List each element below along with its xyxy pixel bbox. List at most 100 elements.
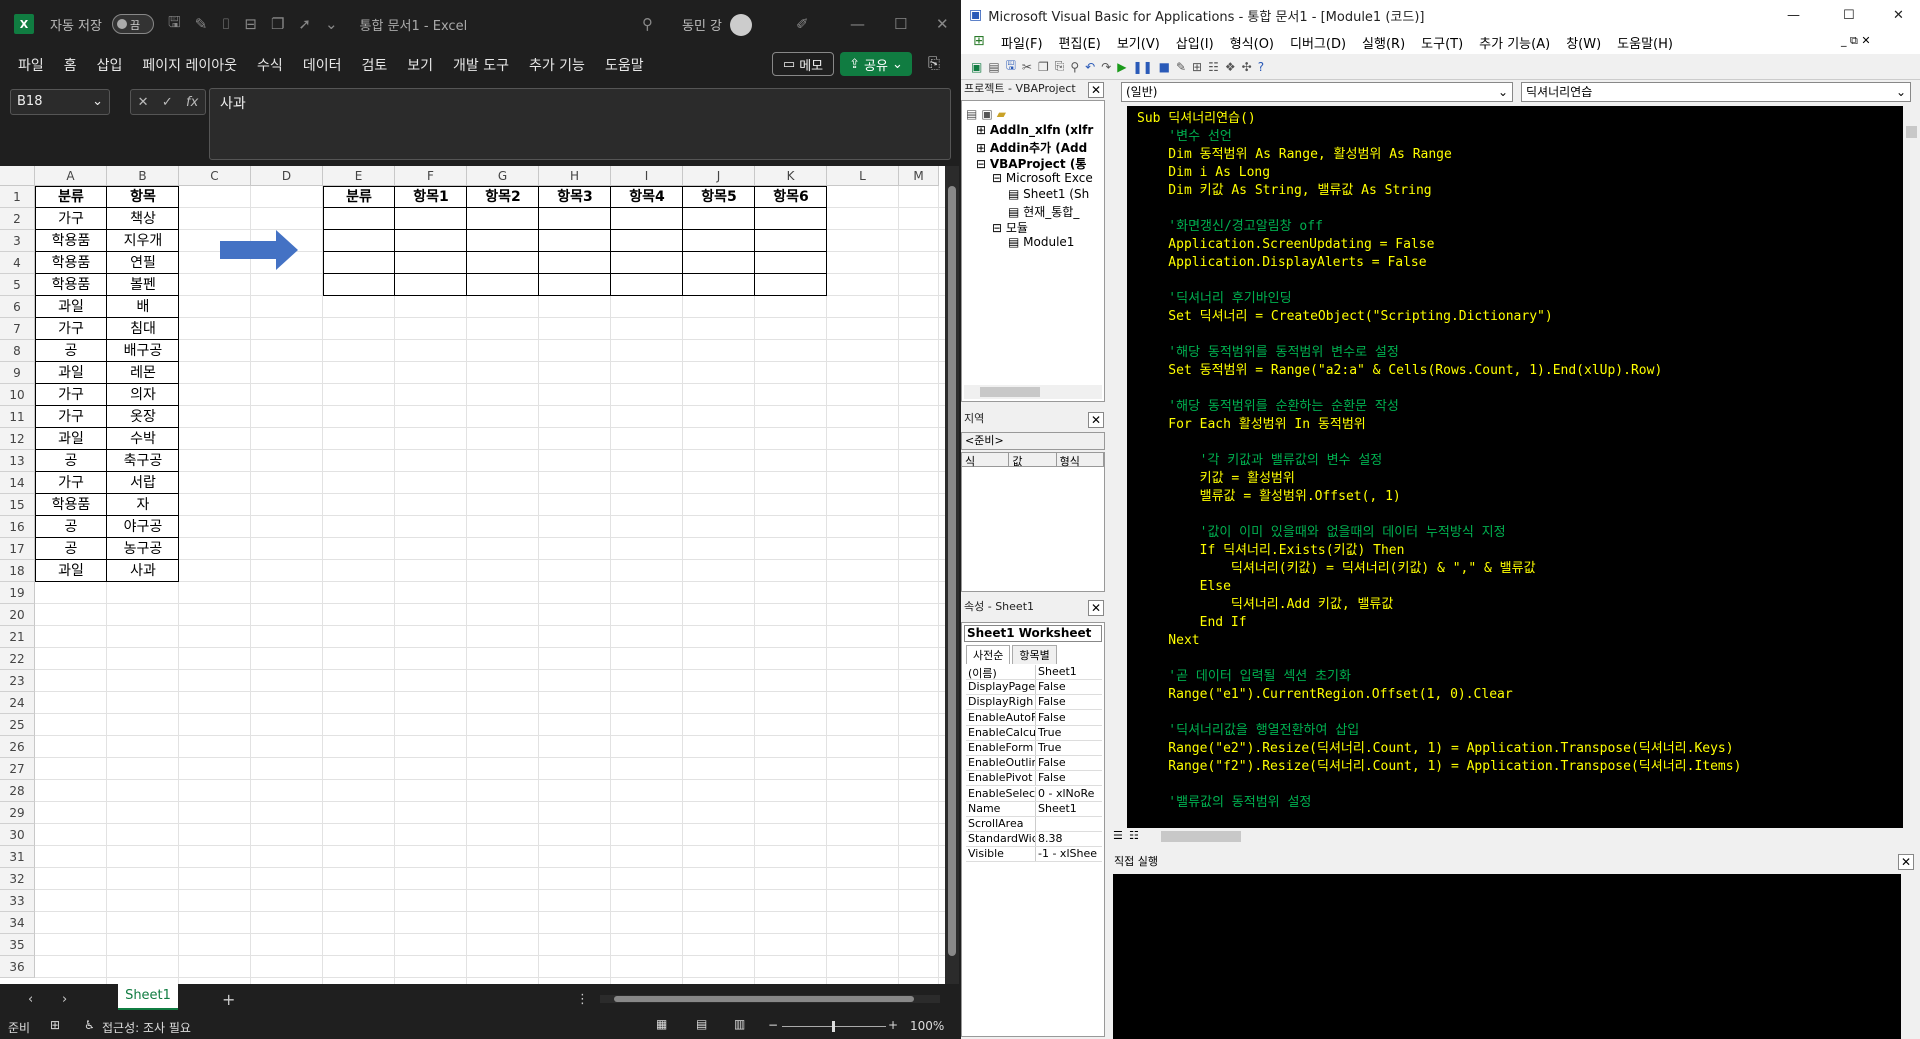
cell[interactable]: 항목3 [539, 186, 611, 208]
code-line[interactable]: 밸류값 = 활성범위.Offset(, 1) [1137, 488, 1401, 506]
ribbon-tab[interactable]: 추가 기능 [519, 55, 595, 75]
share-button[interactable]: ⇪ 공유 ⌄ [840, 52, 912, 76]
row-header[interactable]: 23 [0, 670, 35, 692]
cell[interactable]: 분류 [323, 186, 395, 208]
zoom-thumb[interactable] [832, 1021, 835, 1032]
cell[interactable]: 항목4 [611, 186, 683, 208]
help-icon[interactable]: ? [1258, 60, 1264, 74]
scrollbar-thumb[interactable] [948, 186, 956, 956]
cell[interactable]: 분류 [35, 186, 107, 208]
property-row[interactable]: Name Sheet1 [966, 801, 1102, 817]
row-header[interactable]: 17 [0, 538, 35, 560]
code-line[interactable]: '변수 선언 [1137, 128, 1232, 146]
code-line[interactable]: '해당 동적범위를 순환하는 순환문 작성 [1137, 398, 1399, 416]
macro-icon[interactable]: ⊞ [50, 1018, 60, 1032]
pointer-icon[interactable]: ➚ [298, 15, 311, 33]
column-header[interactable]: C [179, 166, 251, 186]
redo-icon[interactable]: ↷ [1101, 60, 1111, 74]
property-row[interactable]: DisplayRigh False [966, 695, 1102, 711]
cell[interactable]: 볼펜 [107, 274, 179, 296]
column-header[interactable]: H [539, 166, 611, 186]
code-vscroll-thumb[interactable] [1906, 126, 1917, 138]
right-arrow-shape[interactable] [220, 228, 300, 272]
property-value[interactable]: 0 - xlNoRe [1036, 787, 1102, 801]
row-header[interactable]: 6 [0, 296, 35, 318]
project-tree-node[interactable]: ⊞ Addln_xlfn (xlfr [976, 123, 1093, 137]
reset-icon[interactable]: ■ [1159, 60, 1170, 74]
ribbon-tab[interactable]: 검토 [351, 55, 397, 75]
view-object-icon[interactable]: ▣ [981, 107, 992, 121]
pen-icon[interactable]: ✐ [796, 15, 809, 33]
locals-window[interactable]: 식 값 형식 [961, 452, 1105, 592]
property-value[interactable]: False [1036, 756, 1102, 770]
column-header[interactable]: G [467, 166, 539, 186]
cell[interactable]: 공 [35, 340, 107, 362]
ribbon-tab[interactable]: 홈 [54, 55, 87, 75]
code-line[interactable]: Range("e2").Resize(딕셔너리.Count, 1) = Appl… [1137, 740, 1733, 758]
cell[interactable]: 과일 [35, 428, 107, 450]
project-explorer[interactable]: ▤ ▣ ▰ ⊞ Addln_xlfn (xlfr ⊞ Addin추가 (Add ⊟ … [961, 100, 1105, 402]
properties-window[interactable]: Sheet1 Worksheet 사전순 항목별 (이름) Sheet1 Displa… [961, 622, 1105, 1037]
row-header[interactable]: 27 [0, 758, 35, 780]
maximize-icon[interactable]: ☐ [1843, 8, 1855, 23]
row-header[interactable]: 7 [0, 318, 35, 340]
maximize-icon[interactable]: ☐ [894, 15, 907, 33]
property-row[interactable]: DisplayPage False [966, 680, 1102, 696]
restore-child-icon[interactable]: _ ⧉ ✕ [1841, 34, 1871, 48]
close-props-icon[interactable]: ✕ [1088, 600, 1104, 616]
horizontal-scrollbar[interactable] [600, 995, 940, 1003]
accessibility-status[interactable]: 접근성: 조사 필요 [102, 1019, 191, 1036]
avatar[interactable] [730, 14, 752, 36]
more-icon[interactable]: ⋮ [576, 992, 589, 1007]
row-header[interactable]: 5 [0, 274, 35, 296]
project-hscroll-thumb[interactable] [980, 387, 1040, 397]
row-header[interactable]: 22 [0, 648, 35, 670]
normal-view-icon[interactable]: ▦ [656, 1017, 667, 1031]
property-row[interactable]: EnableAutoF False [966, 710, 1102, 726]
property-value[interactable]: Sheet1 [1036, 665, 1102, 679]
property-row[interactable]: EnableOutlin False [966, 756, 1102, 772]
find-icon[interactable]: ⚲ [1070, 60, 1079, 74]
code-line[interactable]: '값이 이미 있을때와 없을때의 데이터 누적방식 지정 [1137, 524, 1506, 542]
code-line[interactable]: '해당 동적범위를 동적범위 변수로 설정 [1137, 344, 1399, 362]
cell[interactable]: 학용품 [35, 494, 107, 516]
code-line[interactable]: Set 딕셔너리 = CreateObject("Scripting.Dicti… [1137, 308, 1552, 326]
cell[interactable]: 항목1 [395, 186, 467, 208]
props-tab[interactable]: 항목별 [1012, 645, 1057, 664]
procedure-combo[interactable]: 딕셔너리연습 ⌄ [1521, 82, 1911, 102]
cell[interactable]: 농구공 [107, 538, 179, 560]
ribbon-tab[interactable]: 수식 [247, 55, 293, 75]
run-icon[interactable]: ▶ [1117, 60, 1126, 74]
row-header[interactable]: 10 [0, 384, 35, 406]
close-immediate-icon[interactable]: ✕ [1898, 854, 1914, 870]
full-module-view-icon[interactable]: ☷ [1129, 829, 1139, 842]
cell[interactable]: 학용품 [35, 274, 107, 296]
minimize-icon[interactable]: — [850, 15, 865, 33]
property-value[interactable]: False [1036, 680, 1102, 694]
column-header[interactable]: L [827, 166, 899, 186]
pen-icon[interactable]: ✎ [195, 15, 208, 33]
prev-sheet-icon[interactable]: ‹ [28, 992, 33, 1007]
property-row[interactable]: EnableSelec 0 - xlNoRe [966, 786, 1102, 802]
code-line[interactable]: Range("f2").Resize(딕셔너리.Count, 1) = Appl… [1137, 758, 1741, 776]
cell[interactable]: 의자 [107, 384, 179, 406]
cell[interactable]: 지우개 [107, 230, 179, 252]
code-line[interactable]: Dim 동적범위 As Range, 활성범위 As Range [1137, 146, 1452, 164]
row-header[interactable]: 2 [0, 208, 35, 230]
add-sheet-icon[interactable]: + [222, 990, 235, 1009]
row-header[interactable]: 19 [0, 582, 35, 604]
column-header[interactable]: D [251, 166, 323, 186]
excel-view-icon[interactable]: ▣ [971, 60, 982, 74]
vertical-scrollbar[interactable] [945, 166, 959, 984]
vbe-menu-item[interactable]: 삽입(I) [1168, 33, 1222, 52]
code-line[interactable]: Application.DisplayAlerts = False [1137, 254, 1426, 272]
row-header[interactable]: 15 [0, 494, 35, 516]
row-header[interactable]: 24 [0, 692, 35, 714]
formula-input[interactable]: 사과 [209, 88, 951, 160]
ribbon-tab[interactable]: 삽입 [87, 55, 133, 75]
cell[interactable]: 공 [35, 450, 107, 472]
format-icon[interactable]: ⊟ [244, 15, 257, 33]
column-header[interactable]: J [683, 166, 755, 186]
project-tree-node[interactable]: ⊟ Microsoft Exce [992, 171, 1093, 185]
coauthor-icon[interactable]: ⎘ [928, 54, 940, 72]
